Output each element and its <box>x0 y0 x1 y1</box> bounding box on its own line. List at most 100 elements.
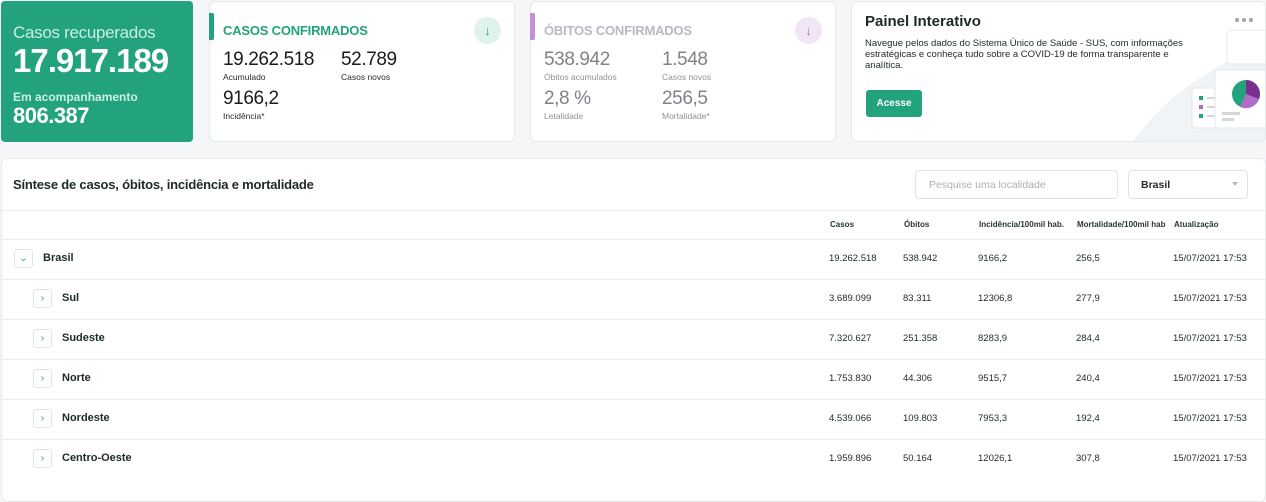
chevron-right-icon: › <box>40 413 45 424</box>
row-cases: 4.539.066 <box>829 413 872 424</box>
header-updated[interactable]: Atualização <box>1174 220 1218 229</box>
table-row[interactable]: › Nordeste 4.539.066 109.803 7953,3 192,… <box>2 399 1265 439</box>
location-search-input[interactable]: Pesquise uma localidade <box>915 170 1118 199</box>
row-deaths: 109.803 <box>903 413 938 424</box>
metric-value: 52.789 <box>341 49 397 70</box>
chevron-right-icon: › <box>40 333 45 344</box>
row-incidence: 12026,1 <box>978 453 1013 464</box>
row-name: Brasil <box>43 252 74 264</box>
metric-deaths-accumulated: 538.942 Óbitos acumulados <box>544 49 617 83</box>
metric-new-cases: 52.789 Casos novos <box>341 49 397 83</box>
metric-mortality: 256,5 Mortalidade* <box>662 88 710 122</box>
panel-title: Painel Interativo <box>865 13 981 30</box>
metric-value: 538.942 <box>544 49 610 70</box>
row-incidence: 12306,8 <box>978 293 1013 304</box>
header-mortality[interactable]: Mortalidade/100mil hab <box>1077 220 1165 229</box>
table-row[interactable]: › Norte 1.753.830 44.306 9515,7 240,4 15… <box>2 359 1265 399</box>
row-deaths: 44.306 <box>903 373 933 384</box>
row-name: Sul <box>62 292 80 304</box>
row-mortality: 240,4 <box>1076 373 1100 384</box>
expand-toggle[interactable]: › <box>33 409 52 428</box>
expand-toggle[interactable]: › <box>33 329 52 348</box>
accent-bar <box>530 13 535 40</box>
row-cases: 3.689.099 <box>829 293 872 304</box>
metric-label: Letalidade <box>544 111 584 121</box>
row-updated: 15/07/2021 17:53 <box>1173 453 1247 464</box>
row-incidence: 7953,3 <box>978 413 1008 424</box>
row-incidence: 9166,2 <box>978 253 1008 264</box>
metric-incidence: 9166,2 Incidência* <box>223 88 279 122</box>
row-updated: 15/07/2021 17:53 <box>1173 373 1247 384</box>
metric-value: 256,5 <box>662 88 708 109</box>
row-mortality: 277,9 <box>1076 293 1100 304</box>
row-updated: 15/07/2021 17:53 <box>1173 293 1247 304</box>
metric-value: 9166,2 <box>223 88 279 109</box>
row-incidence: 9515,7 <box>978 373 1008 384</box>
followup-value: 806.387 <box>13 103 90 128</box>
metric-value: 19.262.518 <box>223 49 315 70</box>
row-updated: 15/07/2021 17:53 <box>1173 413 1247 424</box>
metric-value: 1.548 <box>662 49 708 70</box>
metric-label: Casos novos <box>341 72 391 82</box>
metric-label: Incidência* <box>223 111 265 121</box>
recovered-value: 17.917.189 <box>13 42 169 79</box>
chevron-right-icon: › <box>40 293 45 304</box>
table-row[interactable]: › Sudeste 7.320.627 251.358 8283,9 284,4… <box>2 319 1265 359</box>
expand-toggle[interactable]: › <box>33 289 52 308</box>
summary-table-panel: Síntese de casos, óbitos, incidência e m… <box>1 158 1266 502</box>
row-name: Sudeste <box>62 332 105 344</box>
confirmed-cases-card: CASOS CONFIRMADOS ↓ 19.262.518 Acumulado… <box>209 1 515 142</box>
recovered-card: Casos recuperados 17.917.189 Em acompanh… <box>1 1 193 142</box>
chevron-right-icon: › <box>40 453 45 464</box>
chevron-down-icon: ⌄ <box>19 253 28 264</box>
access-button[interactable]: Acesse <box>866 90 922 117</box>
row-deaths: 251.358 <box>903 333 938 344</box>
metric-label: Óbitos acumulados <box>544 72 617 82</box>
metric-label: Mortalidade* <box>662 111 710 121</box>
arrow-down-icon[interactable]: ↓ <box>474 17 501 44</box>
row-cases: 1.959.896 <box>829 453 872 464</box>
interactive-panel-card: Painel Interativo Navegue pelos dados do… <box>851 1 1266 142</box>
divider <box>2 210 1265 211</box>
table-row[interactable]: › Centro-Oeste 1.959.896 50.164 12026,1 … <box>2 439 1265 479</box>
metric-accumulated: 19.262.518 Acumulado <box>223 49 315 83</box>
row-cases: 7.320.627 <box>829 333 872 344</box>
chevron-right-icon: › <box>40 373 45 384</box>
table-row[interactable]: ⌄ Brasil 19.262.518 538.942 9166,2 256,5… <box>2 239 1265 279</box>
collapse-toggle[interactable]: ⌄ <box>14 249 33 268</box>
metric-lethality: 2,8 % Letalidade <box>544 88 591 122</box>
caret-down-icon <box>1232 182 1238 186</box>
header-incidence[interactable]: Incidência/100mil hab. <box>979 220 1064 229</box>
table-row[interactable]: › Sul 3.689.099 83.311 12306,8 277,9 15/… <box>2 279 1265 319</box>
confirmed-deaths-card: ÓBITOS CONFIRMADOS ↓ 538.942 Óbitos acum… <box>530 1 836 142</box>
location-select[interactable]: Brasil <box>1128 170 1248 199</box>
row-cases: 1.753.830 <box>829 373 872 384</box>
row-name: Centro-Oeste <box>62 452 132 464</box>
expand-toggle[interactable]: › <box>33 369 52 388</box>
dashboard-illustration-icon <box>1133 18 1265 141</box>
expand-toggle[interactable]: › <box>33 449 52 468</box>
arrow-down-icon[interactable]: ↓ <box>795 17 822 44</box>
deaths-title: ÓBITOS CONFIRMADOS <box>544 23 692 38</box>
header-cases[interactable]: Casos <box>830 220 854 229</box>
accent-bar <box>209 13 214 40</box>
row-mortality: 307,8 <box>1076 453 1100 464</box>
row-updated: 15/07/2021 17:53 <box>1173 253 1247 264</box>
row-cases: 19.262.518 <box>829 253 877 264</box>
row-name: Norte <box>62 372 91 384</box>
row-mortality: 284,4 <box>1076 333 1100 344</box>
followup-label: Em acompanhamento <box>13 90 138 104</box>
confirmed-title: CASOS CONFIRMADOS <box>223 23 368 38</box>
row-mortality: 256,5 <box>1076 253 1100 264</box>
table-title: Síntese de casos, óbitos, incidência e m… <box>13 177 314 192</box>
metric-label: Casos novos <box>662 72 712 82</box>
row-deaths: 50.164 <box>903 453 933 464</box>
selected-location: Brasil <box>1141 179 1171 191</box>
metric-deaths-new: 1.548 Casos novos <box>662 49 712 83</box>
recovered-label: Casos recuperados <box>13 23 156 42</box>
row-deaths: 538.942 <box>903 253 938 264</box>
row-deaths: 83.311 <box>903 293 932 304</box>
row-updated: 15/07/2021 17:53 <box>1173 333 1247 344</box>
header-deaths[interactable]: Óbitos <box>904 220 929 229</box>
metric-value: 2,8 % <box>544 88 591 109</box>
